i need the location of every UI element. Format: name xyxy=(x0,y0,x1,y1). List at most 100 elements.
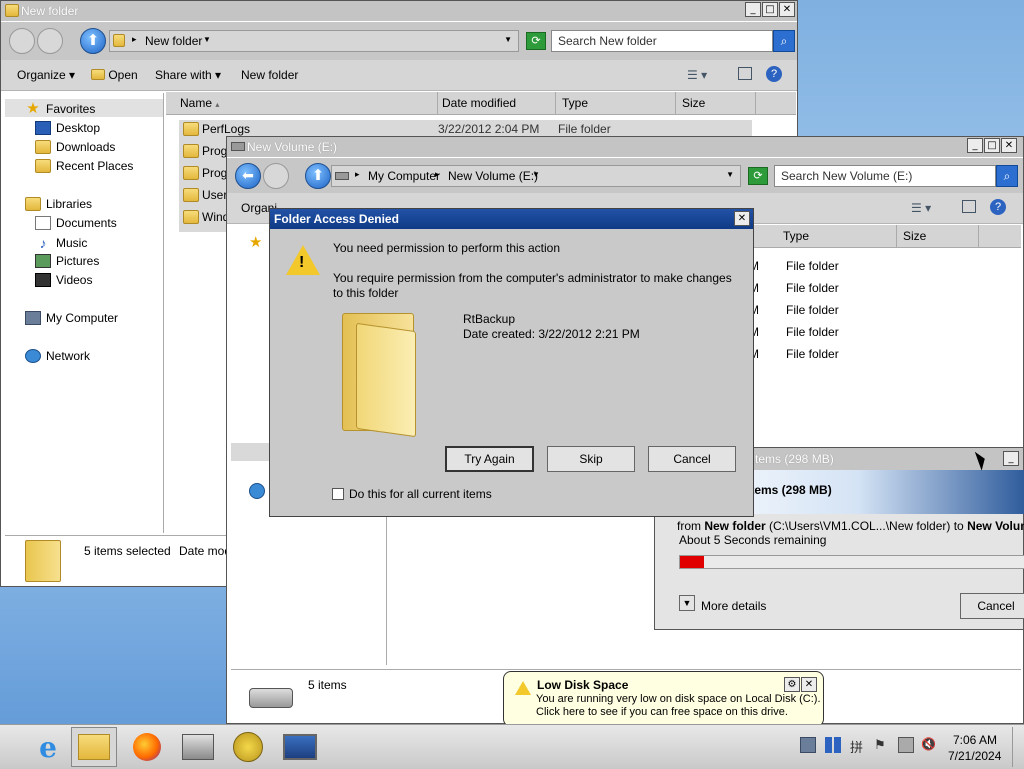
up-arrow-icon[interactable]: ⬆ xyxy=(305,163,331,189)
address-dropdown-icon[interactable]: ▼ xyxy=(726,170,734,179)
nav-downloads[interactable]: Downloads xyxy=(35,140,115,154)
search-icon[interactable]: ⌕ xyxy=(996,165,1018,187)
maximize-button[interactable]: □ xyxy=(762,2,778,17)
show-desktop-button[interactable] xyxy=(1012,727,1023,767)
windows-grid-icon[interactable] xyxy=(825,737,841,753)
column-size[interactable]: Size xyxy=(897,225,979,247)
nav-videos[interactable]: Videos xyxy=(35,273,92,287)
breadcrumb-arrow-icon[interactable]: ▸ xyxy=(355,169,360,180)
minimize-button[interactable]: _ xyxy=(745,2,761,17)
search-input[interactable]: Search New folder xyxy=(551,30,773,52)
help-icon[interactable]: ? xyxy=(990,199,1006,215)
file-row[interactable]: M File folder xyxy=(749,347,839,361)
apply-to-all-checkbox[interactable] xyxy=(332,488,344,500)
apply-to-all-label[interactable]: Do this for all current items xyxy=(349,487,492,501)
search-icon[interactable]: ⌕ xyxy=(773,30,795,52)
address-dropdown-icon[interactable]: ▼ xyxy=(504,35,512,44)
organize-button[interactable]: Organize ▾ xyxy=(17,68,75,82)
nav-music[interactable]: ♪ Music xyxy=(35,235,88,251)
view-options-icon[interactable]: ☰ ▾ xyxy=(911,201,931,215)
file-row[interactable]: Progr xyxy=(183,144,231,158)
help-icon[interactable]: ? xyxy=(766,66,782,82)
nav-my-computer[interactable]: My Computer xyxy=(25,311,118,325)
column-type[interactable]: Type xyxy=(556,92,676,114)
copy-cancel-button[interactable]: Cancel xyxy=(960,593,1024,619)
preview-pane-icon[interactable] xyxy=(738,67,752,80)
breadcrumb-new-volume[interactable]: New Volume (E:) xyxy=(448,169,538,183)
taskbar-remote-desktop[interactable] xyxy=(277,727,323,767)
up-arrow-icon[interactable]: ⬆ xyxy=(80,28,106,54)
close-icon[interactable]: ✕ xyxy=(801,677,817,692)
column-name[interactable]: Name ▴ xyxy=(174,92,438,114)
breadcrumb-my-computer[interactable]: My Computer xyxy=(368,169,440,183)
volume-muted-icon[interactable]: 🔇 xyxy=(921,737,937,753)
chevron-down-icon[interactable]: ▼ xyxy=(532,170,540,179)
skip-button[interactable]: Skip xyxy=(547,446,635,472)
nav-desktop[interactable]: Desktop xyxy=(35,121,100,135)
view-options-icon[interactable]: ☰ ▾ xyxy=(687,68,707,82)
taskbar-server-manager[interactable] xyxy=(175,727,221,767)
forward-button[interactable] xyxy=(37,28,63,54)
minimize-button[interactable]: _ xyxy=(1003,451,1019,466)
file-row[interactable]: PerfLogs 3/22/2012 2:04 PM File folder xyxy=(183,122,611,136)
refresh-icon[interactable]: ⟳ xyxy=(526,32,546,50)
close-button[interactable]: ✕ xyxy=(734,211,750,226)
column-size[interactable]: Size xyxy=(676,92,756,114)
file-row[interactable]: M File folder xyxy=(749,281,839,295)
taskbar-firefox[interactable] xyxy=(124,727,170,767)
nav-favorites[interactable]: ★ Favorites xyxy=(25,101,95,117)
column-date-modified[interactable]: Date modified xyxy=(436,92,556,114)
taskbar-app-4[interactable] xyxy=(225,727,271,767)
folder-icon xyxy=(91,69,105,80)
column-type[interactable]: Type xyxy=(777,225,897,247)
back-button[interactable] xyxy=(9,28,35,54)
taskbar-internet-explorer[interactable]: e xyxy=(25,727,71,767)
file-row[interactable]: M File folder xyxy=(749,259,839,273)
file-row[interactable]: M File folder xyxy=(749,303,839,317)
network-status-icon[interactable] xyxy=(898,737,914,753)
share-with-button[interactable]: Share with ▾ xyxy=(155,68,221,82)
chevron-down-icon[interactable]: ▼ xyxy=(203,35,211,44)
input-language-icon[interactable]: 拼 xyxy=(850,737,866,755)
file-row[interactable]: Progr xyxy=(183,166,231,180)
open-button[interactable]: Open xyxy=(91,68,138,82)
search-input[interactable]: Search New Volume (E:) xyxy=(774,165,996,187)
breadcrumb-new-folder[interactable]: New folder xyxy=(145,34,202,48)
breadcrumb-arrow-icon[interactable]: ▸ xyxy=(132,34,137,45)
clock-date[interactable]: 7/21/2024 xyxy=(948,749,1001,763)
forward-button[interactable] xyxy=(263,163,289,189)
try-again-button[interactable]: Try Again xyxy=(445,446,534,472)
nav-pictures[interactable]: Pictures xyxy=(35,254,99,268)
nav-network[interactable]: Network xyxy=(25,349,90,363)
window-titlebar[interactable]: New Volume (E:) _ □ ✕ xyxy=(227,137,1023,157)
network-tray-icon[interactable] xyxy=(800,737,816,753)
low-disk-space-notification[interactable]: Low Disk Space You are running very low … xyxy=(503,671,824,727)
refresh-icon[interactable]: ⟳ xyxy=(748,167,768,185)
close-button[interactable]: ✕ xyxy=(1001,138,1017,153)
clock-time[interactable]: 7:06 AM xyxy=(953,733,997,747)
address-field[interactable]: ▸ New folder ▼ ▼ xyxy=(109,30,519,52)
settings-wrench-icon[interactable]: ⚙ xyxy=(784,677,800,692)
window-titlebar[interactable]: New folder _ □ ✕ xyxy=(1,1,797,21)
address-field[interactable]: ▸ My Computer ▸ New Volume (E:) ▼ ▼ xyxy=(331,165,741,187)
nav-recent-places[interactable]: Recent Places xyxy=(35,159,133,173)
action-center-flag-icon[interactable]: ⚑ xyxy=(874,737,890,753)
dialog-titlebar[interactable]: Folder Access Denied ✕ xyxy=(270,209,753,229)
close-button[interactable]: ✕ xyxy=(779,2,795,17)
back-button[interactable]: ⬅ xyxy=(235,163,261,189)
more-details-label[interactable]: More details xyxy=(701,599,766,613)
nav-libraries[interactable]: Libraries xyxy=(25,197,92,211)
documents-icon xyxy=(35,216,51,230)
maximize-button[interactable]: □ xyxy=(984,138,1000,153)
file-row[interactable]: M File folder xyxy=(749,325,839,339)
computer-icon xyxy=(25,311,41,325)
minimize-button[interactable]: _ xyxy=(967,138,983,153)
taskbar-windows-explorer[interactable] xyxy=(71,727,117,767)
breadcrumb-arrow-icon[interactable]: ▸ xyxy=(435,169,440,180)
cancel-button[interactable]: Cancel xyxy=(648,446,736,472)
preview-pane-icon[interactable] xyxy=(962,200,976,213)
more-details-toggle[interactable]: ▼ xyxy=(679,595,695,611)
nav-documents[interactable]: Documents xyxy=(35,216,117,230)
new-folder-button[interactable]: New folder xyxy=(241,68,298,82)
star-icon: ★ xyxy=(26,100,40,117)
